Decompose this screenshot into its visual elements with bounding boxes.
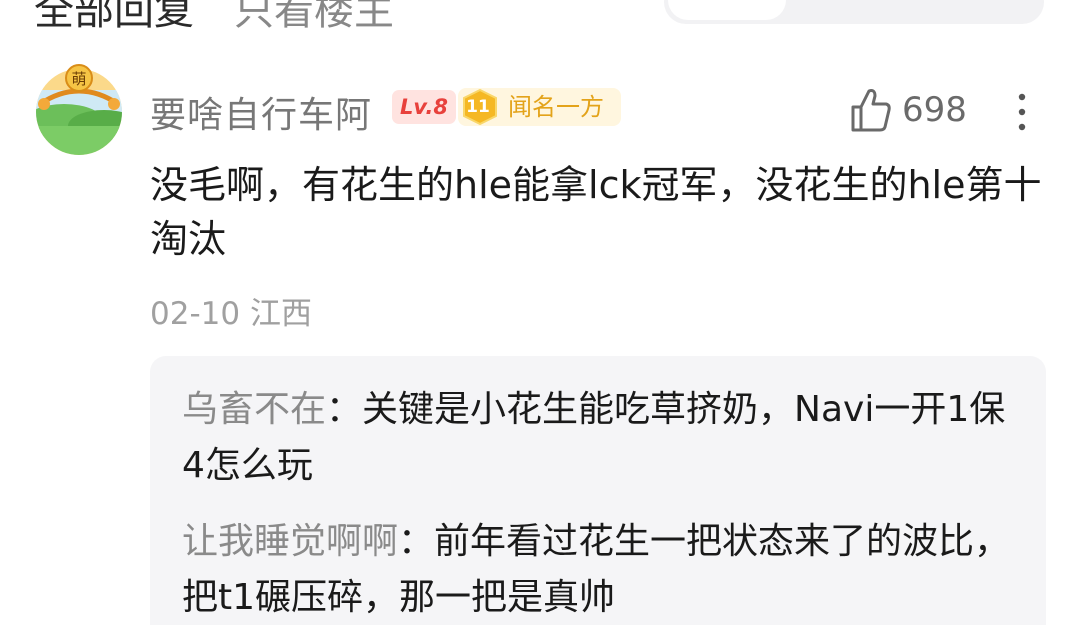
all-replies-label[interactable]: 全部回复 bbox=[34, 0, 194, 34]
reply-author[interactable]: 让我睡觉啊啊 bbox=[182, 521, 398, 562]
comment-location: 江西 bbox=[249, 296, 312, 332]
thumbs-up-icon bbox=[851, 89, 891, 132]
comment-meta: 02-10 江西 bbox=[150, 288, 312, 333]
like-button[interactable]: 698 bbox=[850, 86, 967, 134]
reply-separator: ： bbox=[398, 521, 435, 562]
avatar-image: 萌 bbox=[36, 64, 122, 155]
like-count: 698 bbox=[902, 90, 967, 130]
level-badge: Lv.8 bbox=[392, 90, 456, 124]
comment-body: 没毛啊，有花生的hle能拿lck冠军，没花生的hle第十淘汰 bbox=[150, 163, 1042, 261]
reply-item[interactable]: 让我睡觉啊啊：前年看过花生一把状态来了的波比，把t1碾压碎，那一把是真帅 bbox=[182, 514, 1022, 625]
reply-separator: ： bbox=[326, 389, 363, 430]
reply-item[interactable]: 乌畜不在：关键是小花生能吃草挤奶，Navi一开1保4怎么玩 bbox=[182, 382, 1022, 494]
sort-toggle[interactable] bbox=[664, 0, 1044, 24]
reply-filter: 全部回复 只看楼主 bbox=[34, 0, 394, 36]
fan-badge: 11 闻名一方 bbox=[458, 88, 621, 126]
reply-author[interactable]: 乌畜不在 bbox=[182, 389, 326, 430]
comment-date: 02-10 bbox=[150, 296, 241, 332]
sort-active-pill[interactable] bbox=[668, 0, 786, 20]
avatar[interactable]: 萌 bbox=[34, 60, 124, 155]
top-bar: 全部回复 只看楼主 bbox=[0, 0, 1080, 34]
comment-page: 全部回复 只看楼主 萌 要啥自行车阿 Lv.8 11 闻名一方 698 没毛啊，… bbox=[0, 0, 1080, 625]
avatar-badge-text: 萌 bbox=[71, 70, 86, 88]
op-only-label[interactable]: 只看楼主 bbox=[234, 0, 394, 34]
fan-level: 11 bbox=[466, 97, 490, 117]
more-options-icon[interactable] bbox=[1010, 92, 1034, 132]
username[interactable]: 要啥自行车阿 bbox=[150, 86, 372, 138]
reply-preview[interactable]: 乌畜不在：关键是小花生能吃草挤奶，Navi一开1保4怎么玩 让我睡觉啊啊：前年看… bbox=[150, 356, 1046, 625]
fan-title: 闻名一方 bbox=[508, 93, 604, 121]
